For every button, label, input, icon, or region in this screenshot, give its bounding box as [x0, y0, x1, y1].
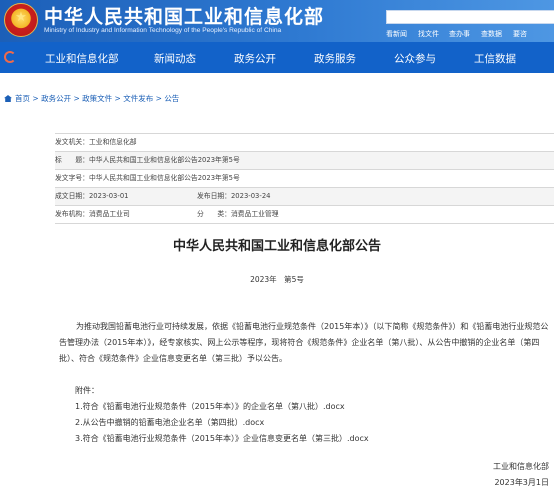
nav-item-gov-affairs[interactable]: 政务公开 — [234, 51, 276, 66]
breadcrumb-gov-affairs[interactable]: 政务公开 — [41, 94, 71, 103]
nav-item-data[interactable]: 工信数据 — [474, 51, 516, 66]
meta-row-dates: 成文日期：2023-03-01 发布日期：2023-03-24 — [55, 188, 554, 206]
nav-logo-icon — [4, 51, 16, 63]
attachment-link-1[interactable]: 1.符合《铅蓄电池行业规范条件（2015年本）》的企业名单（第八批）.docx — [75, 399, 369, 415]
meta-row-doc-no: 发文字号：中华人民共和国工业和信息化部公告2023年第5号 — [55, 170, 554, 188]
meta-label: 标 题： — [55, 156, 89, 164]
meta-value: 消费品工业司 — [88, 210, 130, 218]
site-title[interactable]: 中华人民共和国工业和信息化部 — [44, 2, 324, 29]
breadcrumb-release[interactable]: 文件发布 — [123, 94, 153, 103]
breadcrumb-separator: > — [73, 94, 80, 103]
meta-label: 分 类： — [197, 210, 231, 218]
meta-label: 发文机关： — [55, 138, 89, 146]
meta-value: 2023-03-24 — [230, 192, 271, 200]
meta-row-org: 发布机构：消费品工业司 分 类：消费品工业管理 — [55, 206, 554, 224]
breadcrumb-home[interactable]: 首页 — [15, 94, 30, 103]
quick-link-services[interactable]: 查办事 — [449, 29, 470, 39]
meta-value: 中华人民共和国工业和信息化部公告2023年第5号 — [88, 156, 240, 164]
search-input[interactable] — [386, 10, 554, 24]
meta-label: 发文字号： — [55, 174, 89, 182]
quick-link-data[interactable]: 查数据 — [481, 29, 502, 39]
nav-item-public[interactable]: 公众参与 — [394, 51, 436, 66]
quick-link-files[interactable]: 找文件 — [418, 29, 439, 39]
attachments: 附件： 1.符合《铅蓄电池行业规范条件（2015年本）》的企业名单（第八批）.d… — [75, 383, 369, 447]
nav-item-miit[interactable]: 工业和信息化部 — [45, 51, 119, 66]
meta-row-issuer: 发文机关：工业和信息化部 — [55, 134, 554, 152]
signature-block: 工业和信息化部 2023年3月1日 — [493, 459, 549, 491]
meta-value: 中华人民共和国工业和信息化部公告2023年第5号 — [88, 174, 240, 182]
national-emblem-icon — [4, 3, 38, 37]
breadcrumb: 首页 > 政务公开 > 政策文件 > 文件发布 > 公告 — [4, 93, 179, 104]
nav-item-gov-services[interactable]: 政务服务 — [314, 51, 356, 66]
attachment-link-3[interactable]: 3.符合《铅蓄电池行业规范条件（2015年本）》企业信息变更名单（第三批）.do… — [75, 431, 369, 447]
attachment-link-2[interactable]: 2.从公告中撤销的铅蓄电池企业名单（第四批）.docx — [75, 415, 369, 431]
site-header: 中华人民共和国工业和信息化部 Ministry of Industry and … — [0, 0, 554, 42]
signature-date: 2023年3月1日 — [494, 478, 549, 487]
home-icon — [4, 95, 12, 102]
meta-value: 消费品工业管理 — [230, 210, 279, 218]
document-meta-table: 发文机关：工业和信息化部 标 题：中华人民共和国工业和信息化部公告2023年第5… — [55, 133, 554, 224]
site-subtitle: Ministry of Industry and Information Tec… — [44, 27, 282, 34]
meta-value: 工业和信息化部 — [88, 138, 137, 146]
attachments-label: 附件： — [75, 386, 99, 395]
meta-label: 成文日期： — [55, 192, 89, 200]
meta-label: 发布日期： — [197, 192, 231, 200]
meta-value: 2023-03-01 — [88, 192, 129, 200]
meta-label: 发布机构： — [55, 210, 89, 218]
nav-item-news[interactable]: 新闻动态 — [154, 51, 196, 66]
document-title: 中华人民共和国工业和信息化部公告 — [172, 239, 381, 254]
breadcrumb-separator: > — [32, 94, 39, 103]
quick-link-consult[interactable]: 要咨 — [513, 29, 527, 39]
signature-org: 工业和信息化部 — [493, 462, 549, 471]
main-nav: 工业和信息化部 新闻动态 政务公开 政务服务 公众参与 工信数据 — [0, 42, 554, 73]
breadcrumb-policy[interactable]: 政策文件 — [82, 94, 112, 103]
document-number: 2023年 第5号 — [250, 275, 304, 284]
breadcrumb-separator: > — [155, 94, 162, 103]
meta-row-title: 标 题：中华人民共和国工业和信息化部公告2023年第5号 — [55, 152, 554, 170]
breadcrumb-separator: > — [114, 94, 121, 103]
document-paragraph: 为推动我国铅蓄电池行业可持续发展，依据《铅蓄电池行业规范条件（2015年本）》（… — [59, 322, 549, 363]
quick-link-news[interactable]: 看新闻 — [386, 29, 407, 39]
document-body: 为推动我国铅蓄电池行业可持续发展，依据《铅蓄电池行业规范条件（2015年本）》（… — [59, 319, 554, 367]
breadcrumb-notice[interactable]: 公告 — [164, 94, 179, 103]
